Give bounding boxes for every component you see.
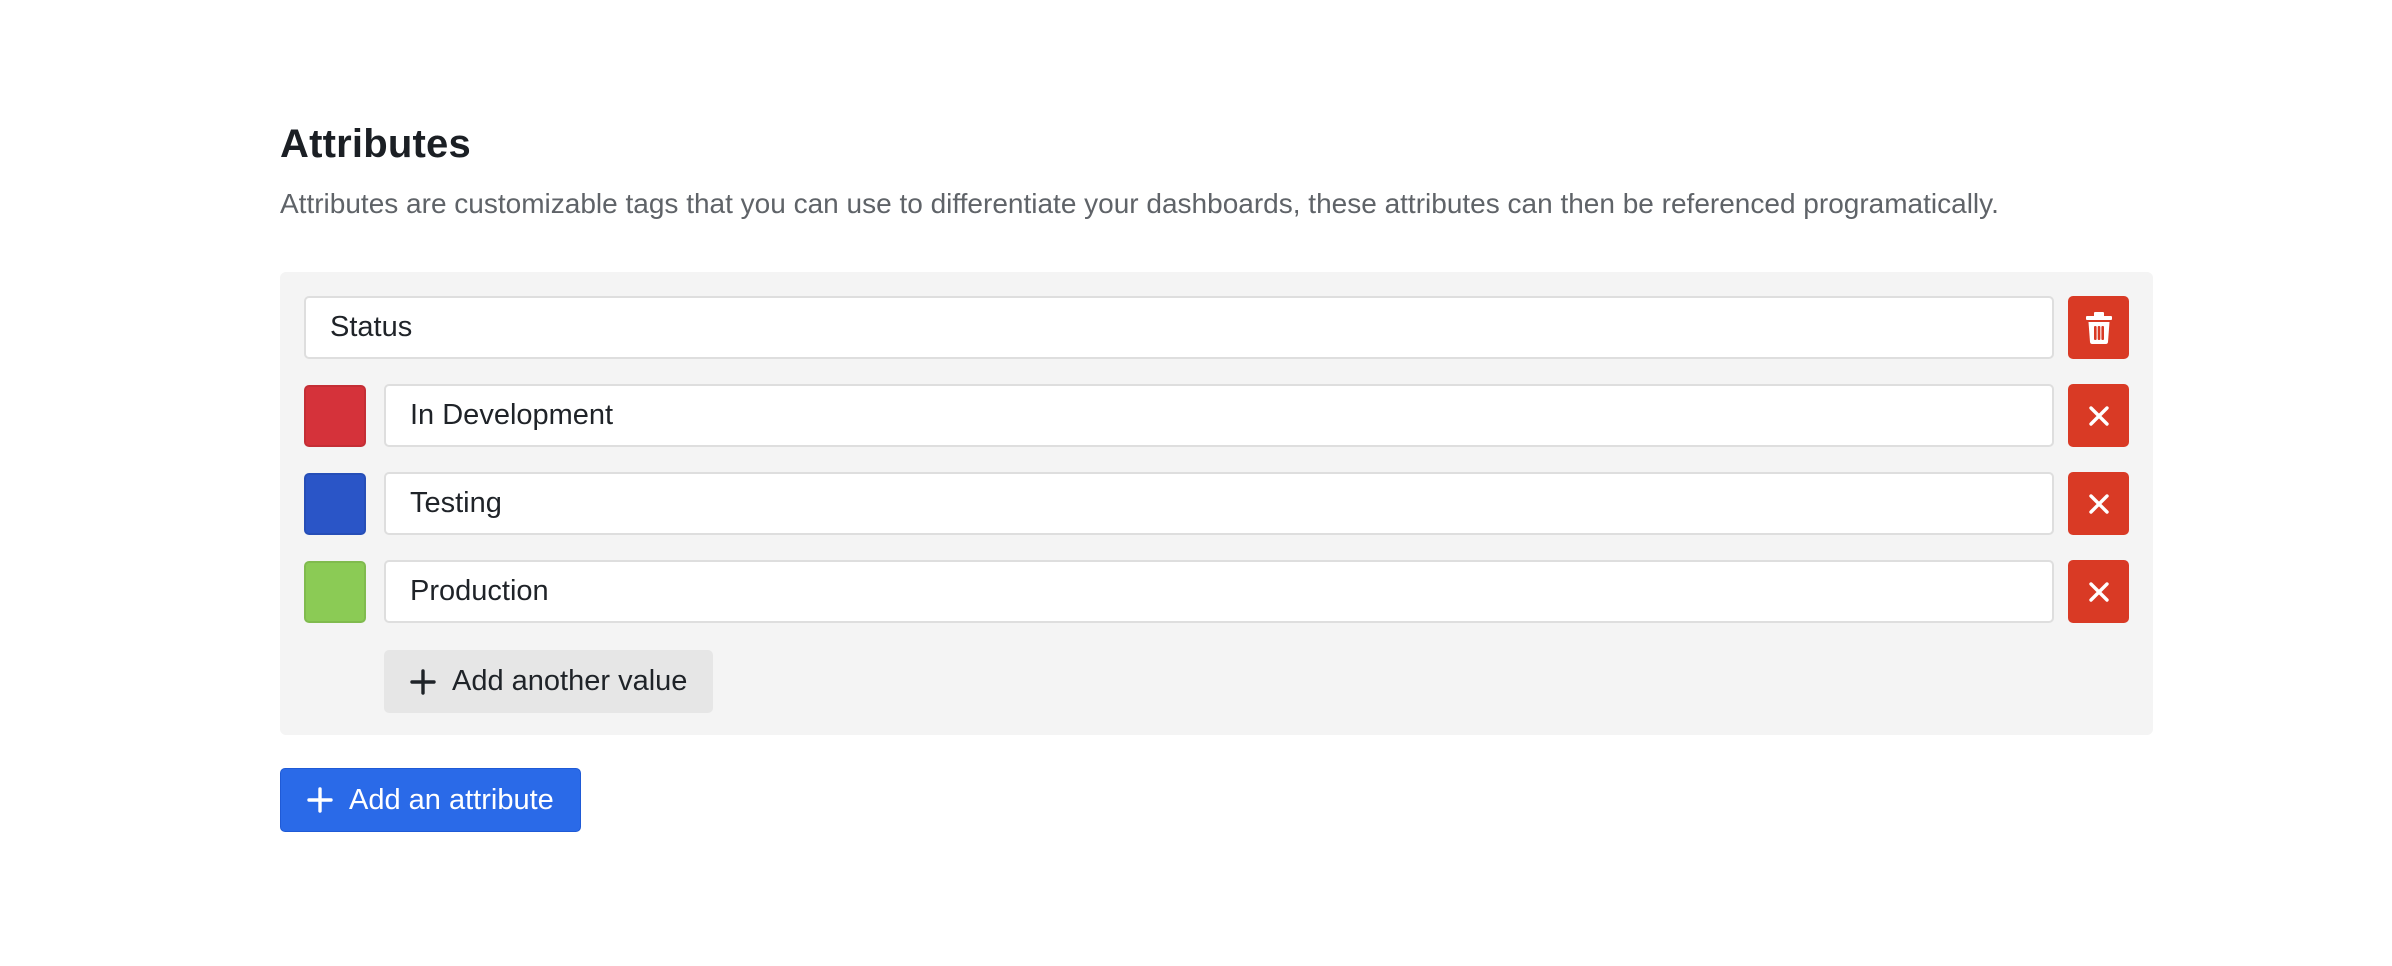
add-attribute-label: Add an attribute	[349, 783, 554, 816]
attribute-value-input[interactable]	[384, 560, 2054, 623]
remove-value-button[interactable]	[2068, 472, 2129, 535]
close-icon	[2088, 493, 2110, 515]
attribute-value-row	[304, 384, 2129, 447]
attribute-value-input[interactable]	[384, 472, 2054, 535]
color-swatch-button[interactable]	[304, 560, 366, 623]
attribute-name-input[interactable]	[304, 296, 2054, 359]
close-icon	[2088, 405, 2110, 427]
attribute-value-row	[304, 472, 2129, 535]
delete-attribute-button[interactable]	[2068, 296, 2129, 359]
page-description: Attributes are customizable tags that yo…	[280, 188, 1999, 219]
add-attribute-button[interactable]: Add an attribute	[280, 768, 581, 832]
color-swatch-button[interactable]	[304, 472, 366, 535]
plus-icon	[307, 787, 333, 813]
attribute-card: Add another value	[280, 272, 2153, 735]
add-value-label: Add another value	[452, 665, 688, 697]
plus-icon	[410, 668, 436, 695]
page-title: Attributes	[280, 122, 471, 166]
attribute-value-input[interactable]	[384, 384, 2054, 447]
attributes-section: Attributes Attributes are customizable t…	[280, 118, 2153, 832]
color-swatch-button[interactable]	[304, 384, 366, 447]
add-value-button[interactable]: Add another value	[384, 650, 714, 713]
trash-icon	[2085, 311, 2112, 344]
attribute-value-row	[304, 560, 2129, 623]
remove-value-button[interactable]	[2068, 384, 2129, 447]
remove-value-button[interactable]	[2068, 560, 2129, 623]
attribute-name-row	[304, 296, 2129, 359]
close-icon	[2088, 581, 2110, 603]
